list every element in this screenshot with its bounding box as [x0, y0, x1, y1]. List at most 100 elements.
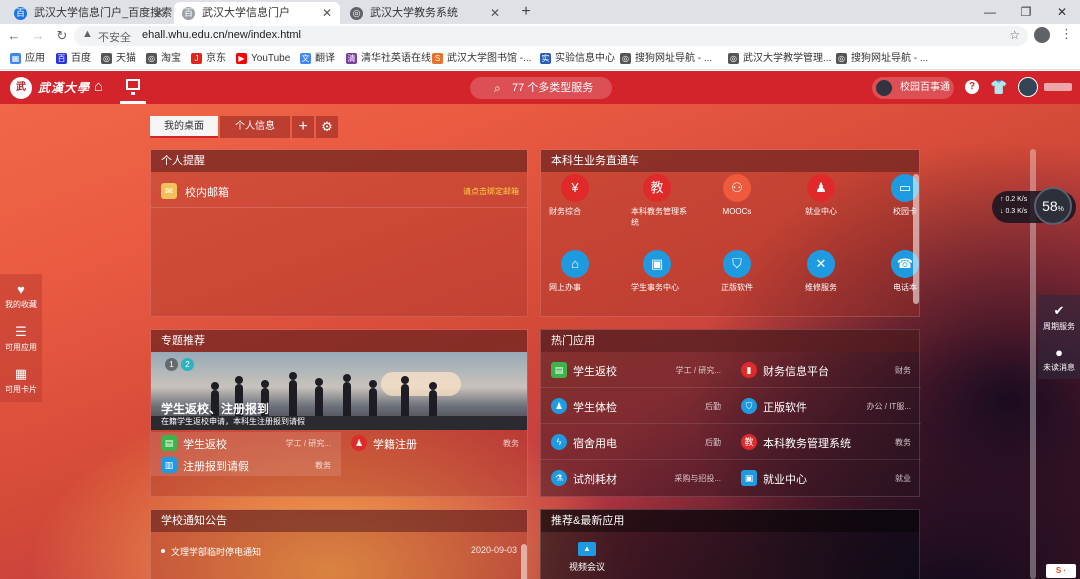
topic-item-leave[interactable]: ▥ 注册报到请假 教务: [151, 454, 341, 476]
home-icon[interactable]: ⌂: [94, 78, 103, 95]
tab-personal-info[interactable]: 个人信息: [220, 116, 290, 138]
service-search-button[interactable]: ⌕ 77 个多类型服务: [470, 77, 612, 99]
add-desk-button[interactable]: +: [292, 116, 314, 138]
hot-category: 采购与招投...: [674, 474, 721, 483]
close-icon[interactable]: ✕: [490, 2, 500, 24]
hot-item-finance[interactable]: ▮ 财务信息平台 财务: [731, 352, 921, 388]
service-licensed-software[interactable]: ⛉ 正版软件: [705, 250, 769, 293]
available-cards-button[interactable]: ▦ 可用卡片: [0, 360, 42, 400]
service-academic-system[interactable]: 教本科教务管理系统: [625, 174, 689, 228]
browser-tab-academic[interactable]: ◎ 武汉大学教务系统 ✕: [342, 2, 508, 24]
paw-icon: 百: [14, 7, 27, 20]
notice-item[interactable]: 文理学部临时停电通知 2020-09-03: [161, 544, 517, 560]
maximize-button[interactable]: ❐: [1008, 0, 1044, 24]
bookmark-jd[interactable]: J 京东: [191, 51, 226, 67]
services-scrollbar[interactable]: [913, 174, 919, 304]
hot-category: 后勤: [705, 438, 721, 447]
bookmark-tsinghua-english[interactable]: 清清华社英语在线: [346, 51, 431, 67]
notices-scrollbar[interactable]: [521, 544, 527, 579]
service-label: 财务综合: [549, 207, 581, 216]
bookmark-teaching-admin[interactable]: ◎ 武汉大学教学管理...: [728, 51, 831, 67]
service-repair[interactable]: ✕ 维修服务: [789, 250, 853, 293]
close-icon[interactable]: ✕: [154, 2, 164, 24]
forward-button[interactable]: →: [28, 26, 48, 46]
hot-item-software[interactable]: ⛉ 正版软件 办公 / IT服...: [731, 388, 921, 424]
network-speed-widget[interactable]: ↑ 0.2 K/s ↓ 0.3 K/s 58%: [992, 187, 1076, 225]
topic-item-enrollment[interactable]: ♟ 学籍注册 教务: [341, 432, 527, 454]
bookmark-label: 翻译: [315, 53, 335, 64]
account-icon[interactable]: [1034, 27, 1050, 43]
user-avatar[interactable]: [1018, 77, 1038, 97]
globe-icon: ◎: [146, 53, 157, 64]
bookmark-sogou-nav-2[interactable]: ◎ 搜狗网址导航 - ...: [836, 51, 928, 67]
url-field[interactable]: ▲ 不安全 ehall.whu.edu.cn/new/index.html ☆: [74, 26, 1028, 46]
bind-mail-link[interactable]: 请点击绑定邮箱: [463, 186, 519, 197]
available-apps-button[interactable]: ☰ 可用应用: [0, 318, 42, 358]
bookmark-translate[interactable]: 文翻译: [300, 51, 335, 67]
banner-page-2[interactable]: 2: [181, 358, 194, 371]
service-finance[interactable]: ¥ 财务综合: [543, 174, 607, 217]
theme-shirt-icon[interactable]: 👕: [990, 79, 1007, 96]
user-name-redacted[interactable]: [1044, 83, 1072, 91]
topic-item-return[interactable]: ▤ 学生返校 学工 / 研究...: [151, 432, 341, 454]
more-menu-icon[interactable]: ⋮: [1060, 26, 1073, 42]
banner-title: 学生返校、注册报到: [161, 402, 270, 416]
bookmark-library[interactable]: S 武汉大学图书馆 -...: [432, 51, 531, 67]
help-icon[interactable]: ?: [965, 80, 979, 94]
bookmark-lab-center[interactable]: 实实验信息中心: [540, 51, 615, 67]
bookmark-label: 武汉大学教学管理...: [743, 53, 832, 64]
hot-name: 就业中心: [763, 474, 807, 486]
bookmark-tmall[interactable]: ◎ 天猫: [101, 51, 136, 67]
service-moocs[interactable]: ⚇ MOOCs: [705, 174, 769, 217]
close-window-button[interactable]: ✕: [1044, 0, 1080, 24]
mail-row[interactable]: ✉ 校内邮箱 请点击绑定邮箱: [151, 178, 527, 208]
hot-item-return[interactable]: ▤ 学生返校 学工 / 研究...: [541, 352, 731, 388]
star-icon[interactable]: ☆: [1009, 28, 1020, 42]
sogou-ime-icon[interactable]: S ·: [1046, 564, 1076, 578]
bookmark-taobao[interactable]: ◎ 淘宝: [146, 51, 181, 67]
service-online-affairs[interactable]: ⌂ 网上办事: [543, 250, 607, 293]
clipboard-icon: ▥: [161, 457, 177, 473]
service-student-affairs[interactable]: ▣ 学生事务中心: [625, 250, 689, 293]
university-logo[interactable]: 武漢大學: [38, 79, 90, 96]
portal-top-nav: 武 武漢大學 ⌂ ⌕ 77 个多类型服务 校园百事通 ? 👕: [0, 71, 1080, 104]
gear-icon[interactable]: ⚙: [316, 116, 338, 138]
quick-label: 我的收藏: [5, 300, 37, 309]
periodic-service-button[interactable]: ✔ 周期服务: [1038, 297, 1080, 337]
hot-item-academic-system[interactable]: 教本科教务管理系统 教务: [731, 424, 921, 460]
bookmark-youtube[interactable]: ▶ YouTube: [236, 51, 290, 67]
service-label: 维修服务: [805, 283, 837, 292]
bookmark-baidu[interactable]: 百百度: [56, 51, 91, 67]
jumping-person: [289, 372, 297, 418]
tab-my-desktop[interactable]: 我的桌面: [150, 116, 218, 138]
person-icon: ♟: [807, 174, 835, 202]
globe-icon: ◎: [101, 53, 112, 64]
bookmark-apps[interactable]: ▦ 应用: [10, 51, 45, 67]
minimize-button[interactable]: —: [972, 0, 1008, 24]
service-career-center[interactable]: ♟ 就业中心: [789, 174, 853, 217]
globe-icon: ◎: [728, 53, 739, 64]
hot-item-reagents[interactable]: ⚗ 试剂耗材 采购与招投...: [541, 460, 731, 496]
close-icon[interactable]: ✕: [322, 2, 332, 24]
hot-name: 财务信息平台: [763, 366, 829, 378]
new-tab-button[interactable]: +: [516, 2, 536, 22]
back-button[interactable]: ←: [4, 26, 24, 46]
browser-tab-baidu-search[interactable]: 百 武汉大学信息门户_百度搜索 ✕: [6, 2, 172, 24]
security-label: 不安全: [98, 32, 131, 44]
banner-page-1[interactable]: 1: [165, 358, 178, 371]
hot-item-electricity[interactable]: ϟ 宿舍用电 后勤: [541, 424, 731, 460]
hot-item-checkup[interactable]: ♟ 学生体检 后勤: [541, 388, 731, 424]
recommend-item-video[interactable]: ▲ 视频会议: [557, 542, 617, 579]
campus-assistant-button[interactable]: 校园百事通: [872, 77, 954, 99]
unread-messages-button[interactable]: ● 未读消息: [1038, 339, 1080, 379]
upload-unit: K/s: [1017, 196, 1028, 203]
hot-item-career[interactable]: ▣ 就业中心 就业: [731, 460, 921, 496]
upload-value: 0.2: [1005, 196, 1016, 203]
topic-banner[interactable]: 1 2 学生返校、注册报到 在籍学生返校申请，本科生注册报到请假: [151, 352, 527, 430]
desktop-icon[interactable]: [126, 79, 140, 95]
browser-tab-portal[interactable]: 百 武汉大学信息门户 ✕: [174, 2, 340, 24]
tools-icon: ✕: [807, 250, 835, 278]
favorites-button[interactable]: ♥ 我的收藏: [0, 276, 42, 316]
reload-button[interactable]: ↻: [52, 26, 72, 46]
bookmark-sogou-nav[interactable]: ◎ 搜狗网址导航 - ...: [620, 51, 712, 67]
